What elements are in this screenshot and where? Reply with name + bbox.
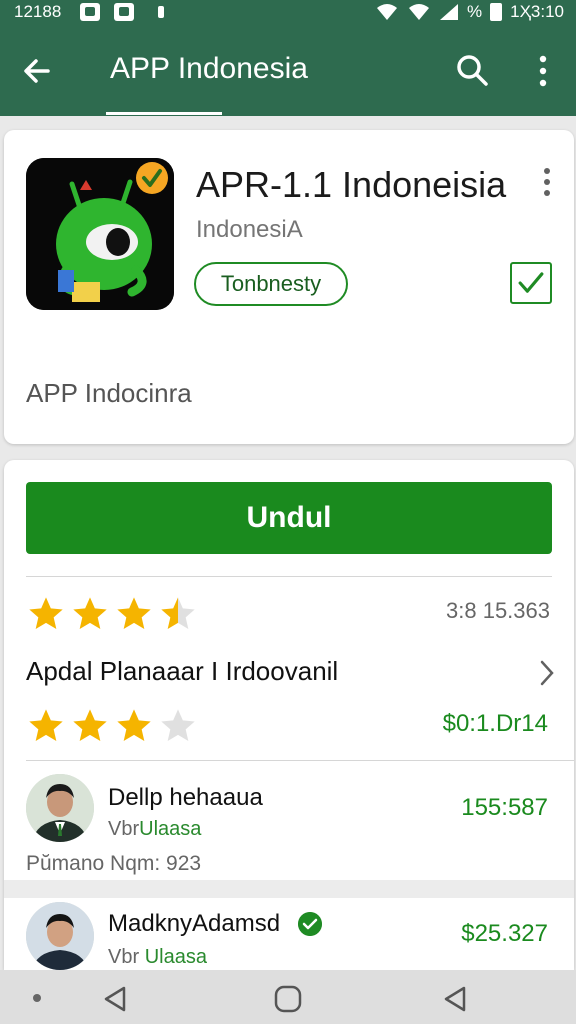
- reviewer-subtitle: Vbr Ulaasa: [108, 946, 207, 968]
- notification-icon: [114, 3, 134, 21]
- review-amount: 155:587: [461, 794, 548, 821]
- tab-indicator: [106, 112, 222, 115]
- checkbox-checked-icon[interactable]: [510, 262, 552, 304]
- review-amount: $25.327: [461, 920, 548, 947]
- app-bar: APP Indonesia: [0, 26, 576, 116]
- star-filled-icon: [29, 709, 63, 741]
- system-nav-bar: [0, 970, 576, 1024]
- download-button[interactable]: Undul: [26, 482, 552, 554]
- wifi-icon: [408, 4, 429, 20]
- developer-name: Apdal Planaaar I Irdoovanil: [26, 656, 339, 686]
- person-avatar-icon: [26, 902, 94, 970]
- app-icon[interactable]: [26, 158, 174, 310]
- more-vert-icon[interactable]: [540, 166, 554, 198]
- search-icon[interactable]: [454, 52, 490, 88]
- rating-count: 3:8 15.363: [446, 598, 550, 623]
- app-info-card: APR-1.1 Indoneisia IndonesiA Tonbnesty A…: [4, 130, 574, 444]
- review-meta: Pŭmano Nqm: 923: [26, 852, 202, 875]
- app-name: APR-1.1 Indoneisia: [196, 164, 507, 205]
- avatar: [26, 902, 94, 970]
- battery-icon: [490, 3, 503, 21]
- star-filled-icon: [73, 709, 107, 741]
- reviewer-subtitle: VbrUlaasa: [108, 818, 202, 840]
- nav-dot-icon: [33, 994, 41, 1002]
- wifi-icon: [376, 4, 397, 20]
- arrow-left-icon[interactable]: [20, 54, 54, 88]
- rating-stars: [26, 594, 198, 634]
- battery-percent: %: [466, 2, 483, 21]
- star-filled-icon: [73, 597, 107, 629]
- review-item[interactable]: MadknyAdamsd Vbr Ulaasa $25.327: [4, 898, 574, 970]
- star-filled-icon: [29, 597, 63, 629]
- review-item[interactable]: Dellp hehaaua VbrUlaasa 155:587 Pŭmano N…: [4, 760, 574, 875]
- developer-row[interactable]: Apdal Planaaar I Irdoovanil: [26, 656, 556, 696]
- home-circle-icon[interactable]: [273, 984, 303, 1014]
- back-triangle-icon[interactable]: [100, 984, 130, 1014]
- star-half-icon: [161, 597, 195, 629]
- reviewer-name: Dellp hehaaua: [108, 784, 263, 811]
- page-title: APP Indonesia: [110, 52, 308, 85]
- signal-icon: [439, 4, 458, 20]
- category-chip[interactable]: Tonbnesty: [194, 262, 348, 306]
- app-developer[interactable]: IndonesiA: [196, 216, 303, 244]
- app-description: APP Indocinra: [26, 378, 192, 408]
- verified-check-icon: [298, 912, 322, 936]
- status-bar: 12188 % 1Ҳ3:10: [0, 0, 576, 26]
- status-time-right: 1Ҳ3:10: [510, 2, 564, 21]
- star-filled-icon: [117, 709, 151, 741]
- notification-dot-icon: [158, 6, 164, 18]
- recents-icon[interactable]: [440, 984, 470, 1014]
- divider: [4, 880, 574, 898]
- star-empty-icon: [161, 709, 195, 741]
- chevron-right-icon: [540, 660, 554, 686]
- robot-logo-icon: [26, 158, 174, 310]
- status-time-left: 12188: [14, 2, 62, 21]
- details-card: Undul 3:8 15.363 Apdal Planaaar I Irdoov…: [4, 460, 574, 970]
- more-vert-icon[interactable]: [532, 54, 554, 88]
- star-filled-icon: [117, 597, 151, 629]
- rating-stars: [26, 706, 198, 746]
- person-avatar-icon: [26, 774, 94, 842]
- price-value: $0:1.Dr14: [442, 710, 548, 737]
- notification-icon: [80, 3, 100, 21]
- reviewer-name: MadknyAdamsd: [108, 910, 281, 937]
- divider: [26, 576, 552, 577]
- avatar: [26, 774, 94, 842]
